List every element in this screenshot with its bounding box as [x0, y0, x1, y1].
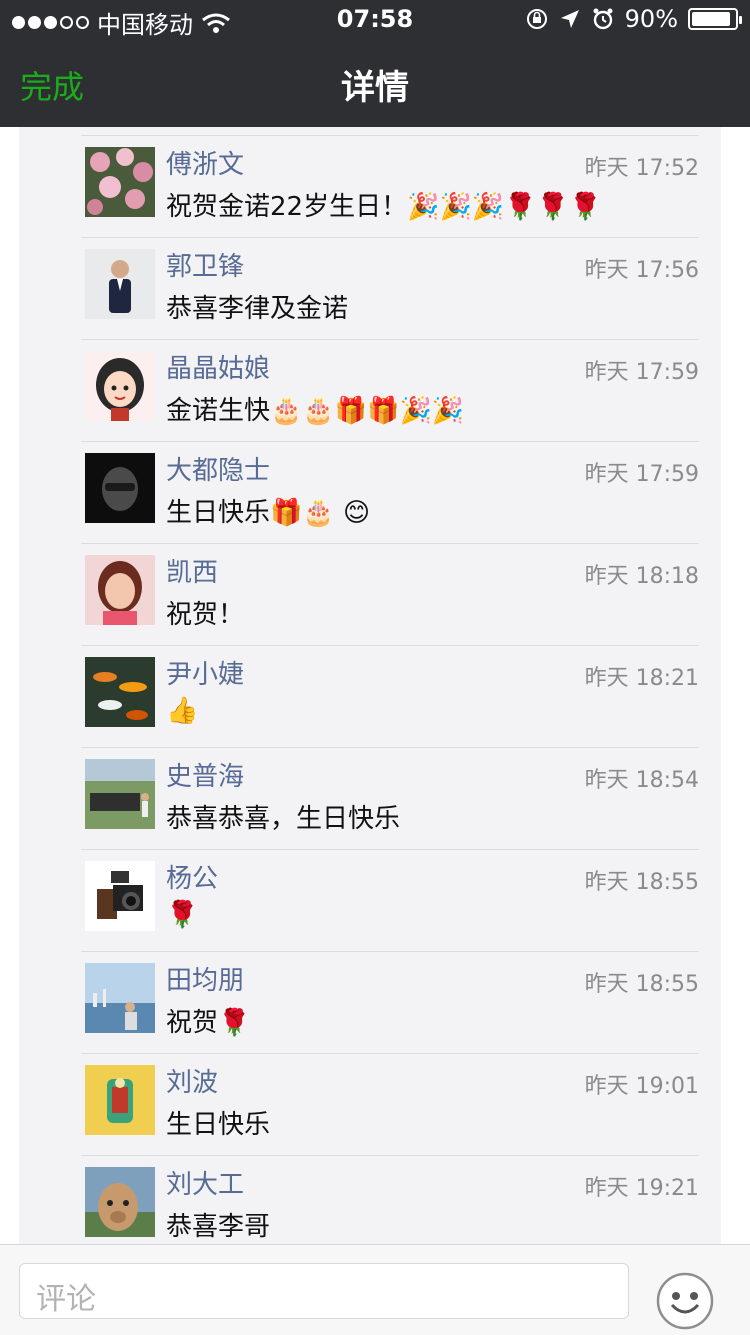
avatar[interactable] [85, 657, 155, 727]
comment-text: 👍 [166, 696, 199, 726]
comment-author[interactable]: 杨公 [166, 858, 218, 895]
comment-text: 祝贺！ [166, 600, 245, 630]
comment-author[interactable]: 大都隐士 [166, 450, 270, 487]
avatar[interactable] [85, 147, 155, 217]
comment-time: 昨天 17:52 [584, 156, 699, 181]
comment-input[interactable]: 评论 [19, 1263, 629, 1319]
status-bar: 中国移动 07:58 90% [0, 0, 750, 40]
comments-panel[interactable]: 傅浙文 昨天 17:52 祝贺金诺22岁生日！🎉🎉🎉🌹🌹🌹 郭卫锋 昨天 17:56 恭喜… [19, 127, 721, 1244]
battery-percent: 90% [624, 5, 678, 33]
comment-row[interactable]: 田均朋 昨天 18:55 祝贺🌹 [81, 951, 699, 1054]
comment-author[interactable]: 刘大工 [166, 1164, 244, 1201]
comment-author[interactable]: 刘波 [166, 1062, 218, 1099]
avatar[interactable] [85, 249, 155, 319]
comment-time: 昨天 17:59 [584, 360, 699, 385]
comment-time: 昨天 18:21 [584, 666, 699, 691]
comment-time: 昨天 19:21 [584, 1176, 699, 1201]
comment-text: 生日快乐 [166, 1110, 271, 1140]
emoji-button-icon[interactable] [655, 1271, 715, 1331]
comment-text: 恭喜李哥 [166, 1212, 271, 1242]
comment-author[interactable]: 尹小婕 [166, 654, 244, 691]
battery-icon [688, 8, 742, 30]
comment-time: 昨天 19:01 [584, 1074, 699, 1099]
avatar[interactable] [85, 861, 155, 931]
header: 中国移动 07:58 90% 完成 详情 [0, 0, 750, 127]
comment-time: 昨天 17:56 [584, 258, 699, 283]
comment-text: 恭喜李律及金诺 [166, 294, 349, 324]
comment-author[interactable]: 史普海 [166, 756, 244, 793]
comment-text: 祝贺🌹 [166, 1008, 251, 1038]
rotation-lock-icon [526, 9, 547, 29]
comment-author[interactable]: 傅浙文 [166, 144, 244, 181]
avatar[interactable] [85, 963, 155, 1033]
comment-time: 昨天 17:59 [584, 462, 699, 487]
comment-author[interactable]: 郭卫锋 [166, 246, 244, 283]
avatar[interactable] [85, 555, 155, 625]
comment-row[interactable]: 凯西 昨天 18:18 祝贺！ [81, 543, 699, 646]
avatar[interactable] [85, 759, 155, 829]
comment-row[interactable]: 晶晶姑娘 昨天 17:59 金诺生快🎂🎂🎁🎁🎉🎉 [81, 339, 699, 442]
avatar[interactable] [85, 453, 155, 523]
comment-text: 🌹 [166, 900, 199, 930]
navigation-bar: 完成 详情 [0, 40, 750, 127]
location-arrow-icon [560, 10, 579, 28]
comment-text: 恭喜恭喜，生日快乐 [166, 804, 401, 834]
comment-time: 昨天 18:55 [584, 972, 699, 997]
avatar[interactable] [85, 351, 155, 421]
comment-row[interactable]: 傅浙文 昨天 17:52 祝贺金诺22岁生日！🎉🎉🎉🌹🌹🌹 [81, 135, 699, 238]
comment-author[interactable]: 凯西 [166, 552, 218, 589]
comment-time: 昨天 18:18 [584, 564, 699, 589]
comment-author[interactable]: 田均朋 [166, 960, 244, 997]
comment-bar: 评论 [0, 1244, 750, 1335]
comment-row[interactable]: 刘大工 昨天 19:21 恭喜李哥 [81, 1155, 699, 1244]
comment-row[interactable]: 史普海 昨天 18:54 恭喜恭喜，生日快乐 [81, 747, 699, 850]
comment-time: 昨天 18:55 [584, 870, 699, 895]
comment-row[interactable]: 郭卫锋 昨天 17:56 恭喜李律及金诺 [81, 237, 699, 340]
comment-row[interactable]: 大都隐士 昨天 17:59 生日快乐🎁🎂 😊 [81, 441, 699, 544]
comment-text: 金诺生快🎂🎂🎁🎁🎉🎉 [166, 396, 465, 426]
comment-author[interactable]: 晶晶姑娘 [166, 348, 270, 385]
comment-row[interactable]: 杨公 昨天 18:55 🌹 [81, 849, 699, 952]
avatar[interactable] [85, 1167, 155, 1237]
alarm-icon [593, 8, 613, 30]
comment-row[interactable]: 刘波 昨天 19:01 生日快乐 [81, 1053, 699, 1156]
comment-text: 祝贺金诺22岁生日！🎉🎉🎉🌹🌹🌹 [166, 192, 602, 222]
comment-row[interactable]: 尹小婕 昨天 18:21 👍 [81, 645, 699, 748]
comment-text: 生日快乐🎁🎂 😊 [166, 498, 371, 528]
avatar[interactable] [85, 1065, 155, 1135]
comment-time: 昨天 18:54 [584, 768, 699, 793]
page-title: 详情 [341, 68, 409, 108]
